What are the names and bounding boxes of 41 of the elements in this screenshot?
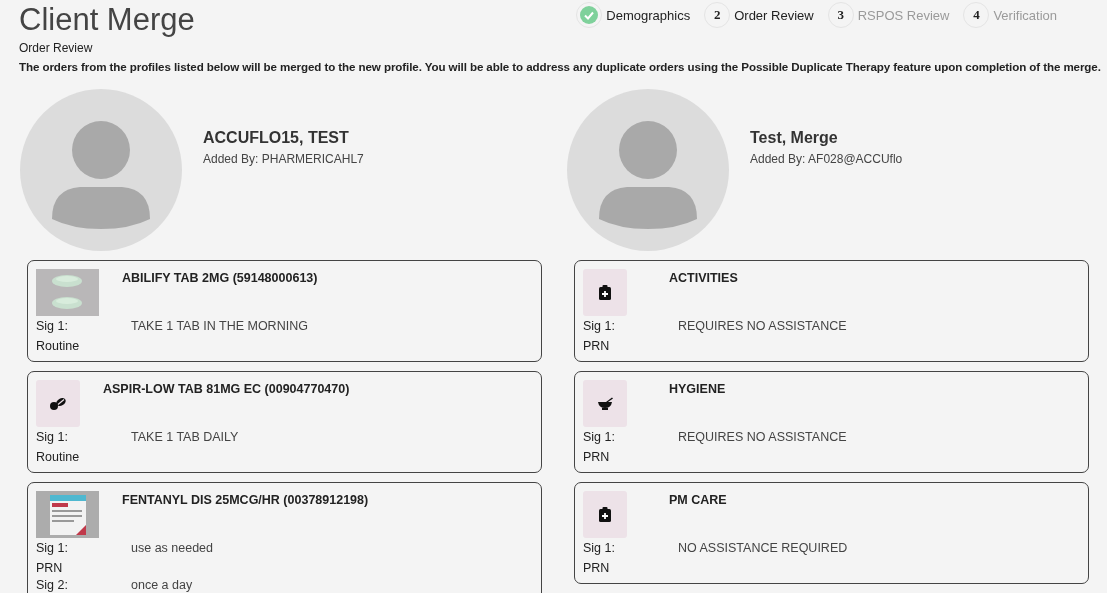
order-title: PM CARE — [669, 493, 727, 507]
avatar-icon — [20, 89, 182, 251]
added-by-text: Added By: PHARMERICAHL7 — [203, 152, 364, 166]
order-title: HYGIENE — [669, 382, 726, 396]
sig-text: once a day — [131, 578, 193, 592]
clipboard-icon — [599, 507, 611, 522]
order-title: ASPIR-LOW TAB 81MG EC (00904770470) — [103, 382, 350, 396]
order-title: FENTANYL DIS 25MCG/HR (00378912198) — [122, 493, 369, 507]
frequency-text: Routine — [36, 339, 81, 353]
frequency-text: PRN — [36, 561, 64, 575]
sig-text: TAKE 1 TAB DAILY — [131, 430, 239, 444]
order-title: ACTIVITIES — [669, 271, 738, 285]
sig-label: Sig 1: — [583, 541, 616, 555]
added-by-text: Added By: AF028@ACCUflo — [750, 152, 903, 166]
pills-icon — [50, 397, 66, 410]
sig-text: REQUIRES NO ASSISTANCE — [678, 430, 847, 444]
page-title: Client Merge — [19, 2, 195, 38]
sig-text: use as needed — [131, 541, 213, 555]
sig-label: Sig 1: — [583, 319, 616, 333]
sig-text: NO ASSISTANCE REQUIRED — [678, 541, 848, 555]
frequency-text: PRN — [583, 339, 611, 353]
step-label[interactable]: Order Review — [734, 7, 814, 23]
section-subtitle: Order Review — [19, 41, 94, 55]
description-text: The orders from the profiles listed below will be merged to the new profile. You will be able to address any duplicate orders using the Possible Duplicate Therapy feature upon completion of the merge. — [19, 60, 1102, 73]
sig-label: Sig 1: — [36, 541, 69, 555]
order-title: ABILIFY TAB 2MG (59148000613) — [122, 271, 318, 285]
sig-label: Sig 1: — [583, 430, 616, 444]
sig-text: REQUIRES NO ASSISTANCE — [678, 319, 847, 333]
client-name: ACCUFLO15, TEST — [203, 129, 350, 147]
frequency-text: PRN — [583, 450, 611, 464]
client-name: Test, Merge — [750, 129, 839, 147]
sig-label: Sig 1: — [36, 319, 69, 333]
clipboard-icon — [599, 285, 611, 300]
avatar-icon — [567, 89, 729, 251]
mortar-icon — [597, 397, 613, 410]
frequency-text: PRN — [583, 561, 611, 575]
sig-text: TAKE 1 TAB IN THE MORNING — [131, 319, 308, 333]
sig-label: Sig 2: — [36, 578, 69, 592]
step-label[interactable]: Demographics — [606, 7, 691, 23]
sig-label: Sig 1: — [36, 430, 69, 444]
frequency-text: Routine — [36, 450, 81, 464]
